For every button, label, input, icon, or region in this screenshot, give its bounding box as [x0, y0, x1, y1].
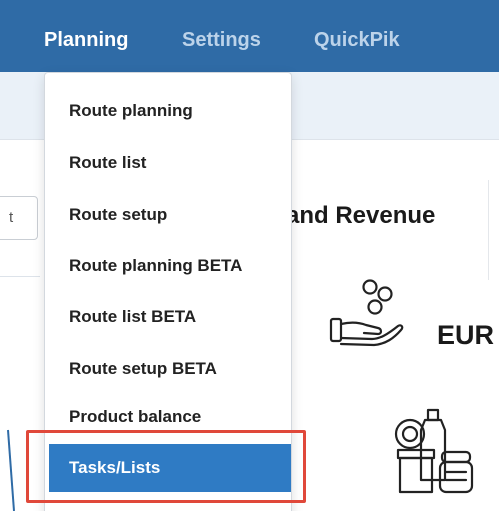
- divider: [488, 180, 489, 280]
- nav-quickpik[interactable]: QuickPik: [314, 26, 400, 54]
- currency-label: EUR: [437, 320, 495, 350]
- top-navbar: Planning Settings QuickPik: [0, 0, 499, 72]
- menu-item-route-list[interactable]: Route list: [45, 139, 291, 187]
- divider: [0, 276, 40, 277]
- menu-item-route-planning-beta[interactable]: Route planning BETA: [45, 242, 291, 290]
- menu-item-product-balance[interactable]: Product balance: [45, 393, 291, 441]
- app-page: Planning Settings QuickPik t s and Reven…: [0, 0, 499, 511]
- chart-line: [7, 429, 15, 511]
- coins-hand-icon: [329, 279, 404, 347]
- menu-item-tasks-lists[interactable]: Tasks/Lists: [49, 444, 291, 492]
- filter-button[interactable]: t: [0, 196, 38, 240]
- menu-item-route-setup[interactable]: Route setup: [45, 191, 291, 239]
- nav-planning[interactable]: Planning: [44, 26, 128, 54]
- products-icon: [394, 408, 474, 494]
- menu-item-route-list-beta[interactable]: Route list BETA: [45, 293, 291, 341]
- planning-dropdown-menu: Route planning Route list Route setup Ro…: [44, 72, 292, 511]
- menu-item-route-setup-beta[interactable]: Route setup BETA: [45, 345, 291, 393]
- nav-settings[interactable]: Settings: [182, 26, 261, 54]
- menu-item-route-planning[interactable]: Route planning: [45, 87, 291, 135]
